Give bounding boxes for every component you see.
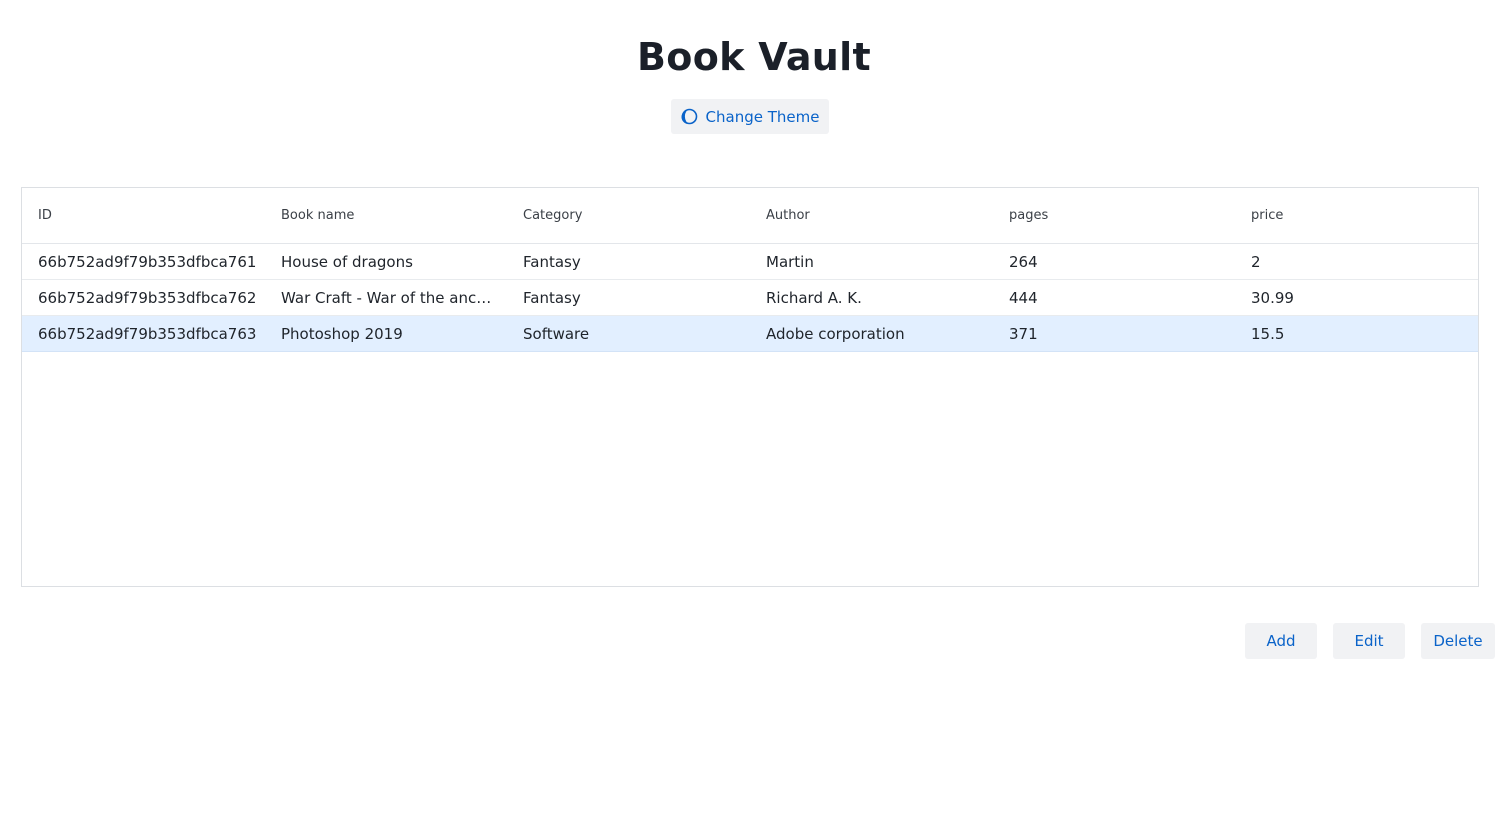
table-row[interactable]: 66b752ad9f79b353dfbca761 House of dragon… [22,244,1478,280]
column-header-price[interactable]: price [1235,208,1478,223]
cell-pages: 264 [1009,252,1038,271]
table-row[interactable]: 66b752ad9f79b353dfbca762 War Craft - War… [22,280,1478,316]
cell-id: 66b752ad9f79b353dfbca761 [38,252,257,271]
cell-author: Adobe corporation [766,324,905,343]
cell-pages: 444 [1009,288,1038,307]
column-header-author[interactable]: Author [750,208,993,223]
column-header-category[interactable]: Category [507,208,750,223]
cell-price: 30.99 [1251,288,1294,307]
page: Book Vault Change Theme ID Book name Cat… [0,0,1508,819]
cell-id: 66b752ad9f79b353dfbca762 [38,288,257,307]
cell-category: Fantasy [523,288,581,307]
column-header-book-name[interactable]: Book name [265,208,507,223]
cell-pages: 371 [1009,324,1038,343]
cell-author: Martin [766,252,814,271]
theme-half-circle-icon [681,108,698,125]
change-theme-label: Change Theme [705,107,820,126]
cell-book-name: Photoshop 2019 [281,324,403,343]
page-title: Book Vault [637,35,871,79]
cell-price: 2 [1251,252,1261,271]
cell-book-name: House of dragons [281,252,413,271]
cell-book-name: War Craft - War of the ancients [281,288,507,307]
delete-button[interactable]: Delete [1421,623,1495,659]
edit-button[interactable]: Edit [1333,623,1405,659]
cell-category: Fantasy [523,252,581,271]
books-table: ID Book name Category Author pages price… [21,187,1479,587]
table-row-selected[interactable]: 66b752ad9f79b353dfbca763 Photoshop 2019 … [22,316,1478,352]
column-header-pages[interactable]: pages [993,208,1235,223]
table-header: ID Book name Category Author pages price [22,188,1478,244]
column-header-id[interactable]: ID [22,208,265,223]
cell-price: 15.5 [1251,324,1285,343]
cell-author: Richard A. K. [766,288,862,307]
cell-category: Software [523,324,590,343]
change-theme-button[interactable]: Change Theme [671,99,829,134]
cell-id: 66b752ad9f79b353dfbca763 [38,324,257,343]
add-button[interactable]: Add [1245,623,1317,659]
